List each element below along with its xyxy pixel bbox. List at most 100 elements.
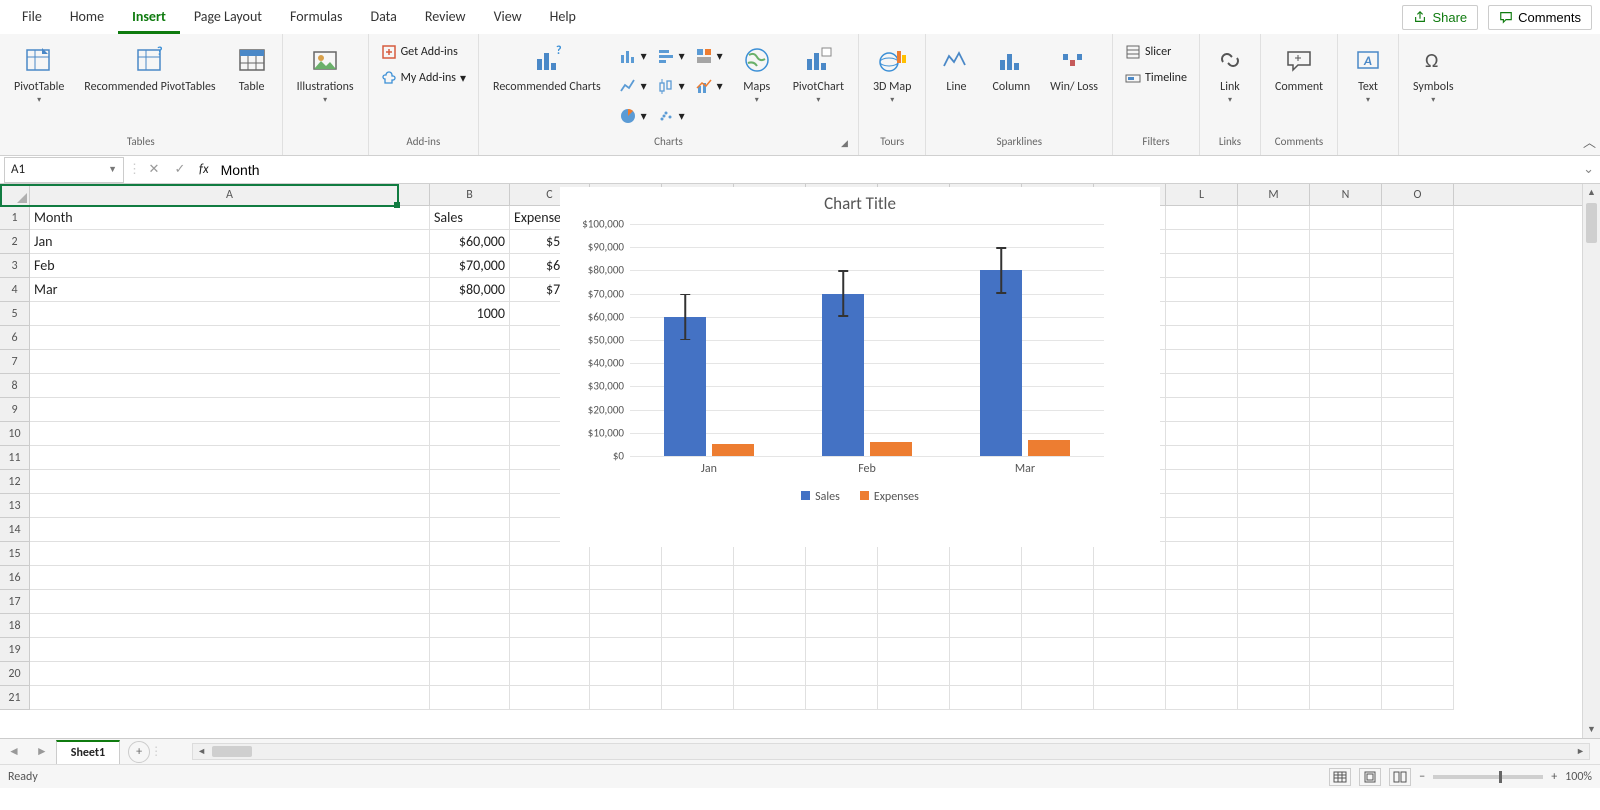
name-box[interactable]: A1▼ xyxy=(4,157,124,183)
cell-E17[interactable] xyxy=(662,590,734,614)
sparkline-winloss-button[interactable]: Win/ Loss xyxy=(1044,42,1104,96)
row-header-12[interactable]: 12 xyxy=(0,470,29,494)
cell-L5[interactable] xyxy=(1166,302,1238,326)
pie-chart-button[interactable]: ▾ xyxy=(615,102,651,130)
cell-L21[interactable] xyxy=(1166,686,1238,710)
cell-C17[interactable] xyxy=(510,590,590,614)
cell-K16[interactable] xyxy=(1094,566,1166,590)
cell-M5[interactable] xyxy=(1238,302,1310,326)
cell-F17[interactable] xyxy=(734,590,806,614)
cell-M11[interactable] xyxy=(1238,446,1310,470)
cell-N20[interactable] xyxy=(1310,662,1382,686)
cell-O21[interactable] xyxy=(1382,686,1454,710)
cell-A15[interactable] xyxy=(30,542,430,566)
row-header-4[interactable]: 4 xyxy=(0,278,29,302)
legend-item-expenses[interactable]: Expenses xyxy=(860,490,919,504)
cell-L15[interactable] xyxy=(1166,542,1238,566)
col-header-A[interactable]: A xyxy=(30,184,430,205)
cell-B17[interactable] xyxy=(430,590,510,614)
cell-E20[interactable] xyxy=(662,662,734,686)
cell-B6[interactable] xyxy=(430,326,510,350)
row-header-3[interactable]: 3 xyxy=(0,254,29,278)
cell-G20[interactable] xyxy=(806,662,878,686)
row-header-5[interactable]: 5 xyxy=(0,302,29,326)
table-button[interactable]: Table xyxy=(230,42,274,96)
cell-B18[interactable] xyxy=(430,614,510,638)
cell-N1[interactable] xyxy=(1310,206,1382,230)
cell-N9[interactable] xyxy=(1310,398,1382,422)
cell-H20[interactable] xyxy=(878,662,950,686)
pivottable-button[interactable]: PivotTable▾ xyxy=(8,42,70,108)
cancel-formula-button[interactable]: ✕ xyxy=(143,162,165,177)
cell-J18[interactable] xyxy=(1022,614,1094,638)
cell-I18[interactable] xyxy=(950,614,1022,638)
cell-B3[interactable]: $70,000 xyxy=(430,254,510,278)
cell-A12[interactable] xyxy=(30,470,430,494)
legend-item-sales[interactable]: Sales xyxy=(801,490,840,504)
recommended-pivottables-button[interactable]: ?Recommended PivotTables xyxy=(78,42,221,96)
cell-K19[interactable] xyxy=(1094,638,1166,662)
cell-B1[interactable]: Sales xyxy=(430,206,510,230)
cell-D17[interactable] xyxy=(590,590,662,614)
cell-C21[interactable] xyxy=(510,686,590,710)
menu-tab-file[interactable]: File xyxy=(8,0,56,34)
cell-C16[interactable] xyxy=(510,566,590,590)
charts-dialog-launcher[interactable]: ◢ xyxy=(841,138,848,149)
cell-D21[interactable] xyxy=(590,686,662,710)
chart-bar-expenses-feb[interactable] xyxy=(870,442,912,456)
row-header-13[interactable]: 13 xyxy=(0,494,29,518)
row-header-7[interactable]: 7 xyxy=(0,350,29,374)
cell-L12[interactable] xyxy=(1166,470,1238,494)
cell-B12[interactable] xyxy=(430,470,510,494)
cell-I19[interactable] xyxy=(950,638,1022,662)
zoom-out-button[interactable]: − xyxy=(1419,770,1425,784)
cell-A20[interactable] xyxy=(30,662,430,686)
cell-N4[interactable] xyxy=(1310,278,1382,302)
page-layout-view-button[interactable] xyxy=(1359,768,1381,786)
cell-H16[interactable] xyxy=(878,566,950,590)
scroll-left-button[interactable]: ◄ xyxy=(193,744,210,759)
symbols-button[interactable]: ΩSymbols▾ xyxy=(1407,42,1459,108)
cell-L20[interactable] xyxy=(1166,662,1238,686)
cell-G21[interactable] xyxy=(806,686,878,710)
cell-N3[interactable] xyxy=(1310,254,1382,278)
cell-O11[interactable] xyxy=(1382,446,1454,470)
cell-N12[interactable] xyxy=(1310,470,1382,494)
cell-J21[interactable] xyxy=(1022,686,1094,710)
cell-L7[interactable] xyxy=(1166,350,1238,374)
cell-B16[interactable] xyxy=(430,566,510,590)
cell-O12[interactable] xyxy=(1382,470,1454,494)
cell-M20[interactable] xyxy=(1238,662,1310,686)
link-button[interactable]: Link▾ xyxy=(1208,42,1252,108)
cell-M12[interactable] xyxy=(1238,470,1310,494)
cell-B19[interactable] xyxy=(430,638,510,662)
zoom-in-button[interactable]: + xyxy=(1551,770,1557,784)
comment-button[interactable]: Comment xyxy=(1269,42,1329,96)
row-header-14[interactable]: 14 xyxy=(0,518,29,542)
sparkline-column-button[interactable]: Column xyxy=(986,42,1036,96)
sheet-nav-prev[interactable]: ◄ xyxy=(0,744,28,759)
cell-M16[interactable] xyxy=(1238,566,1310,590)
row-header-19[interactable]: 19 xyxy=(0,638,29,662)
cell-A9[interactable] xyxy=(30,398,430,422)
cell-M4[interactable] xyxy=(1238,278,1310,302)
cell-B11[interactable] xyxy=(430,446,510,470)
cell-J20[interactable] xyxy=(1022,662,1094,686)
cell-D16[interactable] xyxy=(590,566,662,590)
row-header-10[interactable]: 10 xyxy=(0,422,29,446)
zoom-level[interactable]: 100% xyxy=(1565,770,1592,784)
cell-G18[interactable] xyxy=(806,614,878,638)
cell-D20[interactable] xyxy=(590,662,662,686)
column-chart-button[interactable]: ▾ xyxy=(615,42,651,70)
cell-A1[interactable]: Month xyxy=(30,206,430,230)
col-header-O[interactable]: O xyxy=(1382,184,1454,205)
cell-B8[interactable] xyxy=(430,374,510,398)
illustrations-button[interactable]: Illustrations▾ xyxy=(291,42,360,108)
cell-L3[interactable] xyxy=(1166,254,1238,278)
zoom-slider[interactable] xyxy=(1433,775,1543,779)
cell-N15[interactable] xyxy=(1310,542,1382,566)
cell-L1[interactable] xyxy=(1166,206,1238,230)
cell-M14[interactable] xyxy=(1238,518,1310,542)
cell-D18[interactable] xyxy=(590,614,662,638)
cell-I21[interactable] xyxy=(950,686,1022,710)
